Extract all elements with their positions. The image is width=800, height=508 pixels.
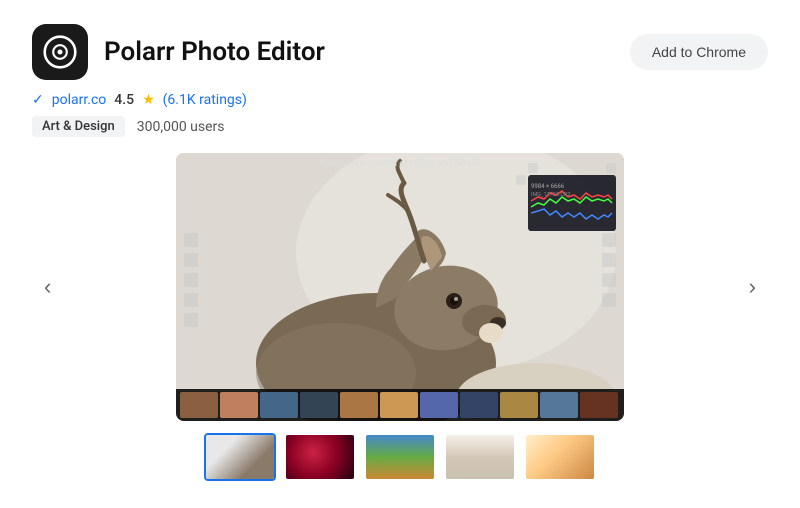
app-header: Polarr Photo Editor Add to Chrome: [32, 24, 768, 80]
filmstrip-item: [460, 392, 498, 418]
thumbnail-2[interactable]: [284, 433, 356, 481]
carousel-section: ‹ Spectacular control of colors and deta…: [32, 153, 768, 421]
header-left: Polarr Photo Editor: [32, 24, 325, 80]
category-badge: Art & Design: [32, 116, 125, 137]
verified-icon: ✓: [32, 92, 44, 108]
app-icon: [32, 24, 88, 80]
main-screenshot: Spectacular control of colors and detail…: [176, 153, 624, 421]
filmstrip-item: [500, 392, 538, 418]
deer-illustration: 9984 × 6666 IMG_12756.CR2: [176, 153, 624, 421]
filmstrip-item: [540, 392, 578, 418]
thumbnail-5-image: [526, 435, 594, 479]
page-container: Polarr Photo Editor Add to Chrome ✓ pola…: [0, 0, 800, 505]
svg-text:9984 × 6666: 9984 × 6666: [531, 183, 565, 190]
rating-number: 4.5: [114, 92, 134, 108]
carousel-next-button[interactable]: ›: [737, 266, 768, 308]
meta-row: ✓ polarr.co 4.5 ★ (6.1K ratings): [32, 92, 768, 108]
filmstrip-item: [260, 392, 298, 418]
filmstrip-item: [340, 392, 378, 418]
polarr-website-link[interactable]: polarr.co: [52, 92, 107, 108]
deer-scene: Spectacular control of colors and detail…: [176, 153, 624, 421]
carousel-prev-button[interactable]: ‹: [32, 266, 63, 308]
filmstrip-item: [220, 392, 258, 418]
tags-row: Art & Design 300,000 users: [32, 116, 768, 137]
filmstrip-item: [180, 392, 218, 418]
thumbnail-3[interactable]: [364, 433, 436, 481]
users-count: 300,000 users: [137, 119, 225, 135]
ratings-count-link[interactable]: (6.1K ratings): [163, 92, 247, 108]
thumbnail-3-image: [366, 435, 434, 479]
thumbnail-1-image: [206, 435, 274, 479]
thumbnails-row: [32, 433, 768, 481]
filmstrip-item: [420, 392, 458, 418]
thumbnail-4[interactable]: [444, 433, 516, 481]
scene-title: Spectacular control of colors and detail…: [319, 159, 481, 169]
polarr-logo-icon: [43, 35, 77, 69]
thumbnail-1[interactable]: [204, 433, 276, 481]
filmstrip-item: [300, 392, 338, 418]
filmstrip-item: [380, 392, 418, 418]
thumbnail-4-image: [446, 435, 514, 479]
thumbnail-5[interactable]: [524, 433, 596, 481]
app-title: Polarr Photo Editor: [104, 37, 325, 67]
filmstrip: [176, 389, 624, 421]
rating-star: ★: [142, 92, 155, 108]
add-to-chrome-button[interactable]: Add to Chrome: [630, 34, 768, 70]
svg-text:IMG_12756.CR2: IMG_12756.CR2: [531, 192, 571, 198]
filmstrip-item: [580, 392, 618, 418]
thumbnail-2-image: [286, 435, 354, 479]
